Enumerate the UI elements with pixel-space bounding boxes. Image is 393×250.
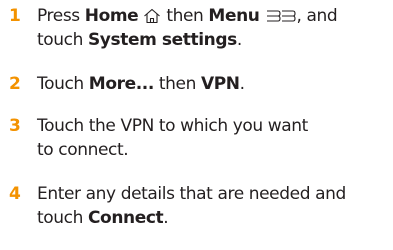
step-line-1: Enter any details that are needed and [37, 184, 346, 204]
step-line-1: Touch the VPN to which you want [37, 116, 308, 136]
text-fragment: Press [37, 6, 85, 26]
step-text: Enter any details that are needed and to… [37, 182, 387, 230]
menu-icon [265, 8, 297, 24]
step-3: 3 Touch the VPN to which you want to con… [0, 114, 393, 166]
step-number: 2 [9, 74, 21, 94]
step-number: 1 [9, 6, 21, 26]
step-1: 1 Press Home then Menu , and touch Syste… [0, 4, 393, 56]
text-fragment: , and [296, 6, 338, 26]
connect-label: Connect [87, 208, 164, 228]
home-icon [143, 8, 161, 24]
step-line-2: touch Connect. [37, 206, 387, 230]
step-line-2: to connect. [37, 140, 129, 160]
step-text: Touch More... then VPN. [37, 72, 387, 96]
text-fragment: touch [37, 208, 88, 228]
text-fragment: touch [37, 30, 88, 50]
step-line-2: touch System settings. [37, 28, 387, 52]
text-fragment: . [239, 74, 245, 94]
text-fragment: . [236, 30, 242, 50]
text-fragment: Touch [37, 74, 89, 94]
home-label: Home [84, 6, 139, 26]
step-text: Touch the VPN to which you want to conne… [37, 114, 387, 162]
more-label: More... [88, 74, 154, 94]
step-line-1: Press Home then Menu , and [37, 4, 387, 28]
text-fragment: then [153, 74, 201, 94]
text-fragment: . [163, 208, 169, 228]
step-line-1: Touch More... then VPN. [37, 72, 387, 96]
text-fragment: then [161, 6, 209, 26]
vpn-label: VPN [200, 74, 240, 94]
step-number: 4 [9, 184, 21, 204]
step-2: 2 Touch More... then VPN. [0, 72, 393, 98]
step-4: 4 Enter any details that are needed and … [0, 182, 393, 234]
step-text: Press Home then Menu , and touch System … [37, 4, 387, 52]
step-number: 3 [9, 116, 21, 136]
menu-label: Menu [208, 6, 260, 26]
system-settings-label: System settings [87, 30, 237, 50]
